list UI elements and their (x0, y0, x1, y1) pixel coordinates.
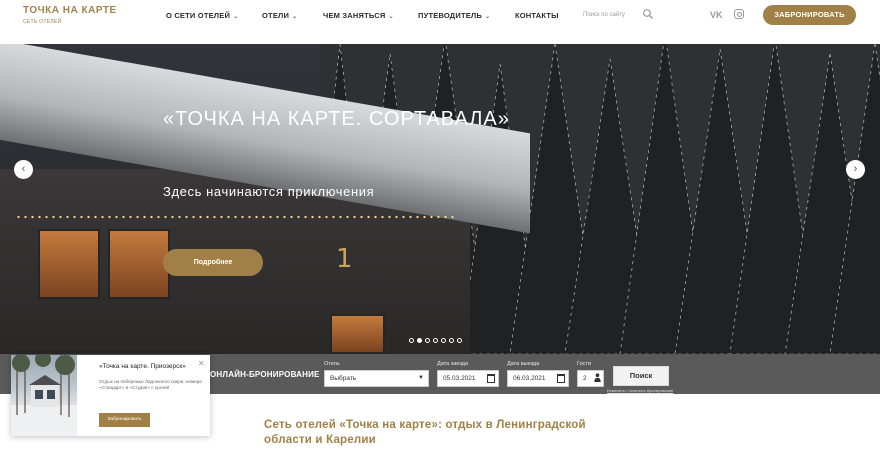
hotel-label: Отель (324, 361, 340, 367)
nav-item-label: КОНТАКТЫ (515, 11, 559, 20)
chevron-down-icon: ⌄ (233, 14, 239, 20)
logo-subtitle: СЕТЬ ОТЕЛЕЙ (23, 19, 62, 25)
chalet-window (38, 229, 100, 299)
checkin-label: Дата заезда (437, 361, 468, 367)
chevron-down-icon: ⌄ (388, 14, 394, 20)
string-lights (15, 214, 455, 220)
chevron-down-icon: ⌄ (484, 14, 491, 20)
guests-value: 2 (583, 375, 587, 382)
nav-item-label: ОТЕЛИ (262, 11, 290, 20)
chalet-window (108, 229, 170, 299)
slider-next-button[interactable]: › (846, 160, 865, 179)
page: ТОЧКА НА КАРТЕ СЕТЬ ОТЕЛЕЙ О СЕТИ ОТЕЛЕЙ… (0, 0, 880, 470)
nav-item-about[interactable]: О СЕТИ ОТЕЛЕЙ ⌄ (166, 11, 238, 20)
chalet-window (330, 314, 385, 354)
slider-dot[interactable] (433, 338, 438, 343)
chevron-down-icon: ⌄ (292, 14, 298, 20)
checkout-value: 06.03.2021 (513, 375, 546, 382)
vk-icon[interactable]: VK (710, 10, 723, 20)
promo-photo (11, 355, 77, 436)
search-icon[interactable] (642, 8, 654, 20)
more-button[interactable]: Подробнее (163, 249, 263, 276)
chevron-right-icon: › (853, 163, 858, 175)
nav-item-activities[interactable]: ЧЕМ ЗАНЯТЬСЯ ⌄ (323, 11, 394, 20)
nav-item-label: ЧЕМ ЗАНЯТЬСЯ (323, 11, 386, 20)
nav-item-guide[interactable]: ПУТЕВОДИТЕЛЬ ⌄ (418, 11, 490, 20)
hero-subtitle: Здесь начинаются приключения (163, 184, 375, 199)
slider-dot-active[interactable] (417, 338, 422, 343)
promo-text: Отдых на побережье Ладожского озера: ном… (99, 379, 202, 391)
slider-prev-button[interactable]: ‹ (14, 160, 33, 179)
checkin-field[interactable]: 05.03.2021 (437, 370, 499, 387)
checkout-field[interactable]: 06.03.2021 (507, 370, 569, 387)
hotel-select-value: Выбрать (330, 375, 357, 382)
logo-title[interactable]: ТОЧКА НА КАРТЕ (23, 5, 117, 16)
guests-label: Гости (577, 361, 592, 367)
slider-dot[interactable] (441, 338, 446, 343)
promo-popup: ✕ «Точка на карте. Приозерск» Отдых на п… (11, 355, 210, 436)
close-icon[interactable]: ✕ (198, 359, 205, 368)
hero-slider: 1 «ТОЧКА НА КАРТЕ. СОРТАВАЛА» Здесь начи… (0, 44, 880, 354)
hero-title: «ТОЧКА НА КАРТЕ. СОРТАВАЛА» (163, 108, 510, 130)
book-button[interactable]: ЗАБРОНИРОВАТЬ (763, 5, 856, 25)
slider-dot[interactable] (457, 338, 462, 343)
promo-title: «Точка на карте. Приозерск» (99, 363, 186, 370)
booking-label: ОНЛАЙН-БРОНИРОВАНИЕ (210, 370, 320, 379)
booking-search-button[interactable]: Поиск (613, 366, 669, 386)
nav-item-contacts[interactable]: КОНТАКТЫ (515, 11, 559, 20)
slider-dots (409, 338, 462, 343)
calendar-icon[interactable] (487, 374, 495, 383)
promo-image (11, 355, 77, 436)
caret-down-icon: ▼ (418, 375, 424, 381)
section-title: Сеть отелей «Точка на карте»: отдых в Ле… (264, 419, 586, 446)
promo-book-button[interactable]: Забронировать (99, 413, 150, 427)
site-header: ТОЧКА НА КАРТЕ СЕТЬ ОТЕЛЕЙ О СЕТИ ОТЕЛЕЙ… (0, 0, 880, 44)
house-number: 1 (336, 244, 353, 274)
nav-item-label: ПУТЕВОДИТЕЛЬ (418, 11, 482, 20)
chevron-left-icon: ‹ (21, 163, 26, 175)
slider-dot[interactable] (425, 338, 430, 343)
slider-dot[interactable] (449, 338, 454, 343)
checkin-value: 05.03.2021 (443, 375, 476, 382)
manage-booking-link[interactable]: Изменить / отменить бронирование (607, 388, 673, 393)
person-icon (594, 373, 601, 382)
checkout-label: Дата выезда (507, 361, 540, 367)
slider-dot[interactable] (409, 338, 414, 343)
nav-item-label: О СЕТИ ОТЕЛЕЙ (166, 11, 231, 20)
guests-field[interactable]: 2 (577, 370, 604, 387)
hotel-select[interactable]: Выбрать ▼ (324, 370, 429, 387)
calendar-icon[interactable] (557, 374, 565, 383)
search-input[interactable]: Поиск по сайту (583, 12, 625, 18)
instagram-icon[interactable] (734, 9, 744, 19)
nav-item-hotels[interactable]: ОТЕЛИ ⌄ (262, 11, 297, 20)
